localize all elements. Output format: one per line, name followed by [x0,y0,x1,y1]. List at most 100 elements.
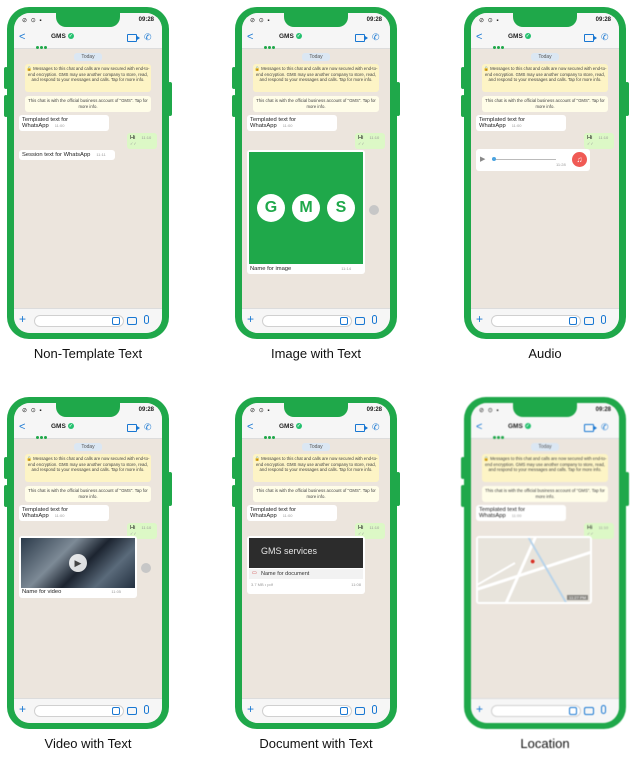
encryption-notice[interactable]: 🔒 Messages to this chat and calls are no… [253,454,379,482]
templated-message[interactable]: Templated text for WhatsApp 11:00 [247,115,337,131]
video-call-icon[interactable] [127,424,140,432]
video-call-icon[interactable] [355,424,368,432]
phone-call-icon[interactable]: ✆ [144,422,152,433]
phone-caption: Non-Template Text [33,346,143,361]
reply-message[interactable]: Hi 11:10 ✓✓ [127,133,157,149]
map-preview[interactable]: ● 11:27 PM [478,538,590,602]
audio-message[interactable]: ▶ 11:28 ♫ [476,149,590,171]
chat-area[interactable]: Today 🔒 Messages to this chat and calls … [14,49,162,308]
back-icon[interactable]: < [476,31,482,43]
camera-icon[interactable] [584,707,594,715]
official-account-notice[interactable]: This chat is with the official business … [25,486,151,502]
message-input[interactable] [491,705,581,717]
message-input[interactable] [34,705,124,717]
back-icon[interactable]: < [247,31,253,43]
audio-scrubber[interactable] [492,157,496,161]
chat-area[interactable]: Today 🔒 Messages to this chat and calls … [471,439,619,698]
official-account-notice[interactable]: This chat is with the official business … [253,96,379,112]
image-message[interactable]: G M S Name for image 11:14 [247,150,365,274]
plus-icon[interactable]: + [19,703,26,715]
message-input[interactable] [262,315,352,327]
location-message[interactable]: ● 11:27 PM [476,536,592,604]
music-note-icon: ♫ [572,152,587,167]
message-input[interactable] [491,315,581,327]
phone-call-icon[interactable]: ✆ [601,32,609,43]
plus-icon[interactable]: + [247,313,254,325]
plus-icon[interactable]: + [476,313,483,325]
contact-name[interactable]: GMS ✓ [508,423,531,430]
phone-call-icon[interactable]: ✆ [144,32,152,43]
document-preview[interactable]: GMS services [249,538,363,568]
mic-icon[interactable] [372,705,377,714]
video-call-icon[interactable] [127,34,140,42]
camera-icon[interactable] [127,317,137,325]
back-icon[interactable]: < [476,421,482,433]
back-icon[interactable]: < [19,31,25,43]
sticker-icon[interactable] [340,317,348,325]
mic-icon[interactable] [601,705,606,714]
official-account-notice[interactable]: This chat is with the official business … [482,486,608,502]
share-icon[interactable] [141,563,151,573]
chat-area[interactable]: Today 🔒 Messages to this chat and calls … [242,49,390,308]
encryption-notice[interactable]: 🔒 Messages to this chat and calls are no… [482,64,608,92]
video-call-icon[interactable] [355,34,368,42]
session-message[interactable]: Session text for WhatsApp 11:11 [19,150,115,160]
message-image[interactable]: G M S [249,152,363,264]
plus-icon[interactable]: + [19,313,26,325]
plus-icon[interactable]: + [247,703,254,715]
mic-icon[interactable] [601,315,606,324]
message-input[interactable] [34,315,124,327]
official-account-notice[interactable]: This chat is with the official business … [482,96,608,112]
document-message[interactable]: GMS services ▭ Name for document 3.7 MB … [247,536,365,594]
encryption-notice[interactable]: 🔒 Messages to this chat and calls are no… [25,64,151,92]
reply-message[interactable]: Hi 11:10 ✓✓ [584,133,614,149]
mic-icon[interactable] [144,315,149,324]
encryption-notice[interactable]: 🔒 Messages to this chat and calls are no… [253,64,379,92]
chat-area[interactable]: Today 🔒 Messages to this chat and calls … [471,49,619,308]
contact-name[interactable]: GMS ✓ [279,423,302,430]
contact-name[interactable]: GMS ✓ [508,33,531,40]
sticker-icon[interactable] [569,317,577,325]
mic-icon[interactable] [372,315,377,324]
phone-call-icon[interactable]: ✆ [372,422,380,433]
sticker-icon[interactable] [112,317,120,325]
contact-name[interactable]: GMS ✓ [279,33,302,40]
play-icon[interactable]: ▶ [69,554,87,572]
contact-name[interactable]: GMS ✓ [51,33,74,40]
back-icon[interactable]: < [19,421,25,433]
video-call-icon[interactable] [584,34,597,42]
share-icon[interactable] [369,205,379,215]
camera-icon[interactable] [355,707,365,715]
camera-icon[interactable] [127,707,137,715]
video-message[interactable]: ▶ Name for video 11:05 [19,536,137,598]
mic-icon[interactable] [144,705,149,714]
templated-message[interactable]: Templated text for WhatsApp 11:00 [476,505,566,521]
chat-area[interactable]: Today 🔒 Messages to this chat and calls … [14,439,162,698]
video-thumbnail[interactable]: ▶ [21,538,135,588]
back-icon[interactable]: < [247,421,253,433]
camera-icon[interactable] [355,317,365,325]
reply-message[interactable]: Hi 11:10 ✓✓ [355,133,385,149]
phone-call-icon[interactable]: ✆ [601,422,609,433]
official-account-notice[interactable]: This chat is with the official business … [25,96,151,112]
contact-name[interactable]: GMS ✓ [51,423,74,430]
templated-message[interactable]: Templated text for WhatsApp 11:00 [247,505,337,521]
sticker-icon[interactable] [340,707,348,715]
sticker-icon[interactable] [112,707,120,715]
templated-message[interactable]: Templated text for WhatsApp 11:00 [19,115,109,131]
plus-icon[interactable]: + [476,703,483,715]
encryption-notice[interactable]: 🔒 Messages to this chat and calls are no… [482,454,608,482]
document-row[interactable]: ▭ Name for document [249,569,363,579]
camera-icon[interactable] [584,317,594,325]
play-icon[interactable]: ▶ [480,155,485,163]
video-call-icon[interactable] [584,424,597,432]
phone-call-icon[interactable]: ✆ [372,32,380,43]
chat-area[interactable]: Today 🔒 Messages to this chat and calls … [242,439,390,698]
message-input[interactable] [262,705,352,717]
encryption-notice[interactable]: 🔒 Messages to this chat and calls are no… [25,454,151,482]
audio-progress[interactable] [492,159,556,160]
sticker-icon[interactable] [569,707,577,715]
official-account-notice[interactable]: This chat is with the official business … [253,486,379,502]
templated-message[interactable]: Templated text for WhatsApp 11:00 [19,505,109,521]
templated-message[interactable]: Templated text for WhatsApp 11:00 [476,115,566,131]
